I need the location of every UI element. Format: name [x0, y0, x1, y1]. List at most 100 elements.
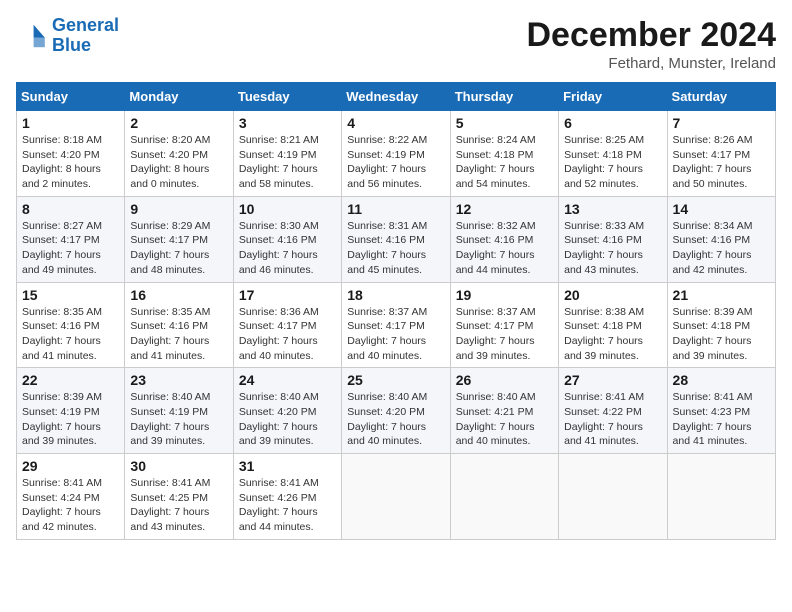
day-info: Sunrise: 8:37 AMSunset: 4:17 PMDaylight:…: [347, 305, 444, 364]
title-area: December 2024 Fethard, Munster, Ireland: [526, 16, 776, 72]
calendar-cell: 20Sunrise: 8:38 AMSunset: 4:18 PMDayligh…: [559, 282, 667, 368]
calendar-cell: 31 Sunrise: 8:41 AMSunset: 4:26 PMDayligh…: [233, 454, 341, 540]
calendar-cell: 16 Sunrise: 8:35 AMSunset: 4:16 PMDayligh…: [125, 282, 233, 368]
calendar-cell: 25Sunrise: 8:40 AMSunset: 4:20 PMDayligh…: [342, 368, 450, 454]
calendar-cell: [667, 454, 775, 540]
calendar-week-row: 8 Sunrise: 8:27 AMSunset: 4:17 PMDaylight…: [17, 196, 776, 282]
day-number: 15: [22, 287, 119, 303]
calendar-cell: 21 Sunrise: 8:39 AMSunset: 4:18 PMDayligh…: [667, 282, 775, 368]
day-info: Sunrise: 8:25 AMSunset: 4:18 PMDaylight:…: [564, 133, 661, 192]
day-info: Sunrise: 8:34 AMSunset: 4:16 PMDaylight:…: [673, 219, 770, 278]
calendar-cell: 2 Sunrise: 8:20 AMSunset: 4:20 PMDaylight…: [125, 111, 233, 197]
logo-blue: Blue: [52, 35, 91, 55]
calendar-cell: 24 Sunrise: 8:40 AMSunset: 4:20 PMDayligh…: [233, 368, 341, 454]
calendar-cell: 26Sunrise: 8:40 AMSunset: 4:21 PMDayligh…: [450, 368, 558, 454]
day-number: 31: [239, 458, 336, 474]
day-number: 3: [239, 115, 336, 131]
day-number: 13: [564, 201, 661, 217]
calendar-cell: 13 Sunrise: 8:33 AMSunset: 4:16 PMDayligh…: [559, 196, 667, 282]
calendar-cell: 18 Sunrise: 8:37 AMSunset: 4:17 PMDayligh…: [342, 282, 450, 368]
day-number: 4: [347, 115, 444, 131]
calendar-cell: [559, 454, 667, 540]
day-info: Sunrise: 8:40 AMSunset: 4:20 PMDaylight:…: [239, 390, 336, 449]
logo: General Blue: [16, 16, 119, 56]
day-info: Sunrise: 8:30 AMSunset: 4:16 PMDaylight:…: [239, 219, 336, 278]
day-number: 26: [456, 372, 553, 388]
day-number: 7: [673, 115, 770, 131]
day-info: Sunrise: 8:41 AMSunset: 4:23 PMDaylight:…: [673, 390, 770, 449]
header-friday: Friday: [559, 83, 667, 111]
day-info: Sunrise: 8:35 AMSunset: 4:16 PMDaylight:…: [22, 305, 119, 364]
day-info: Sunrise: 8:37 AMSunset: 4:17 PMDaylight:…: [456, 305, 553, 364]
header-tuesday: Tuesday: [233, 83, 341, 111]
day-number: 20: [564, 287, 661, 303]
calendar-cell: 12Sunrise: 8:32 AMSunset: 4:16 PMDayligh…: [450, 196, 558, 282]
header-saturday: Saturday: [667, 83, 775, 111]
day-number: 12: [456, 201, 553, 217]
day-info: Sunrise: 8:35 AMSunset: 4:16 PMDaylight:…: [130, 305, 227, 364]
day-number: 22: [22, 372, 119, 388]
logo-general: General: [52, 15, 119, 35]
day-info: Sunrise: 8:20 AMSunset: 4:20 PMDaylight:…: [130, 133, 227, 192]
day-number: 9: [130, 201, 227, 217]
day-info: Sunrise: 8:33 AMSunset: 4:16 PMDaylight:…: [564, 219, 661, 278]
header-sunday: Sunday: [17, 83, 125, 111]
day-info: Sunrise: 8:41 AMSunset: 4:26 PMDaylight:…: [239, 476, 336, 535]
calendar-cell: 6Sunrise: 8:25 AMSunset: 4:18 PMDaylight…: [559, 111, 667, 197]
day-number: 8: [22, 201, 119, 217]
day-info: Sunrise: 8:18 AMSunset: 4:20 PMDaylight:…: [22, 133, 119, 192]
calendar-cell: 15 Sunrise: 8:35 AMSunset: 4:16 PMDayligh…: [17, 282, 125, 368]
day-number: 2: [130, 115, 227, 131]
calendar-cell: 1 Sunrise: 8:18 AMSunset: 4:20 PMDaylight…: [17, 111, 125, 197]
calendar-cell: 28 Sunrise: 8:41 AMSunset: 4:23 PMDayligh…: [667, 368, 775, 454]
day-number: 24: [239, 372, 336, 388]
day-number: 14: [673, 201, 770, 217]
day-number: 19: [456, 287, 553, 303]
calendar-cell: 30 Sunrise: 8:41 AMSunset: 4:25 PMDayligh…: [125, 454, 233, 540]
day-info: Sunrise: 8:24 AMSunset: 4:18 PMDaylight:…: [456, 133, 553, 192]
calendar-cell: 3Sunrise: 8:21 AMSunset: 4:19 PMDaylight…: [233, 111, 341, 197]
day-number: 16: [130, 287, 227, 303]
day-info: Sunrise: 8:41 AMSunset: 4:25 PMDaylight:…: [130, 476, 227, 535]
location-title: Fethard, Munster, Ireland: [526, 55, 776, 72]
day-info: Sunrise: 8:40 AMSunset: 4:19 PMDaylight:…: [130, 390, 227, 449]
day-info: Sunrise: 8:39 AMSunset: 4:19 PMDaylight:…: [22, 390, 119, 449]
day-number: 30: [130, 458, 227, 474]
day-number: 10: [239, 201, 336, 217]
day-info: Sunrise: 8:41 AMSunset: 4:22 PMDaylight:…: [564, 390, 661, 449]
day-number: 29: [22, 458, 119, 474]
month-title: December 2024: [526, 16, 776, 55]
calendar-week-row: 15 Sunrise: 8:35 AMSunset: 4:16 PMDayligh…: [17, 282, 776, 368]
calendar-cell: 10 Sunrise: 8:30 AMSunset: 4:16 PMDayligh…: [233, 196, 341, 282]
calendar-week-row: 22 Sunrise: 8:39 AMSunset: 4:19 PMDayligh…: [17, 368, 776, 454]
day-info: Sunrise: 8:27 AMSunset: 4:17 PMDaylight:…: [22, 219, 119, 278]
day-info: Sunrise: 8:29 AMSunset: 4:17 PMDaylight:…: [130, 219, 227, 278]
calendar-cell: 11 Sunrise: 8:31 AMSunset: 4:16 PMDayligh…: [342, 196, 450, 282]
header-monday: Monday: [125, 83, 233, 111]
day-number: 28: [673, 372, 770, 388]
day-number: 17: [239, 287, 336, 303]
calendar-cell: 14 Sunrise: 8:34 AMSunset: 4:16 PMDayligh…: [667, 196, 775, 282]
page-header: General Blue December 2024 Fethard, Muns…: [16, 16, 776, 72]
day-info: Sunrise: 8:41 AMSunset: 4:24 PMDaylight:…: [22, 476, 119, 535]
day-info: Sunrise: 8:26 AMSunset: 4:17 PMDaylight:…: [673, 133, 770, 192]
day-number: 11: [347, 201, 444, 217]
calendar-cell: 5Sunrise: 8:24 AMSunset: 4:18 PMDaylight…: [450, 111, 558, 197]
logo-text: General Blue: [52, 16, 119, 56]
calendar-cell: [342, 454, 450, 540]
calendar-cell: 17 Sunrise: 8:36 AMSunset: 4:17 PMDayligh…: [233, 282, 341, 368]
day-number: 27: [564, 372, 661, 388]
calendar-cell: 7 Sunrise: 8:26 AMSunset: 4:17 PMDaylight…: [667, 111, 775, 197]
logo-icon: [16, 20, 48, 52]
day-info: Sunrise: 8:39 AMSunset: 4:18 PMDaylight:…: [673, 305, 770, 364]
day-info: Sunrise: 8:36 AMSunset: 4:17 PMDaylight:…: [239, 305, 336, 364]
calendar-cell: 29 Sunrise: 8:41 AMSunset: 4:24 PMDayligh…: [17, 454, 125, 540]
calendar-cell: 9 Sunrise: 8:29 AMSunset: 4:17 PMDaylight…: [125, 196, 233, 282]
day-info: Sunrise: 8:31 AMSunset: 4:16 PMDaylight:…: [347, 219, 444, 278]
calendar-table: SundayMondayTuesdayWednesdayThursdayFrid…: [16, 82, 776, 540]
day-number: 1: [22, 115, 119, 131]
day-number: 21: [673, 287, 770, 303]
day-number: 23: [130, 372, 227, 388]
day-number: 25: [347, 372, 444, 388]
day-number: 18: [347, 287, 444, 303]
